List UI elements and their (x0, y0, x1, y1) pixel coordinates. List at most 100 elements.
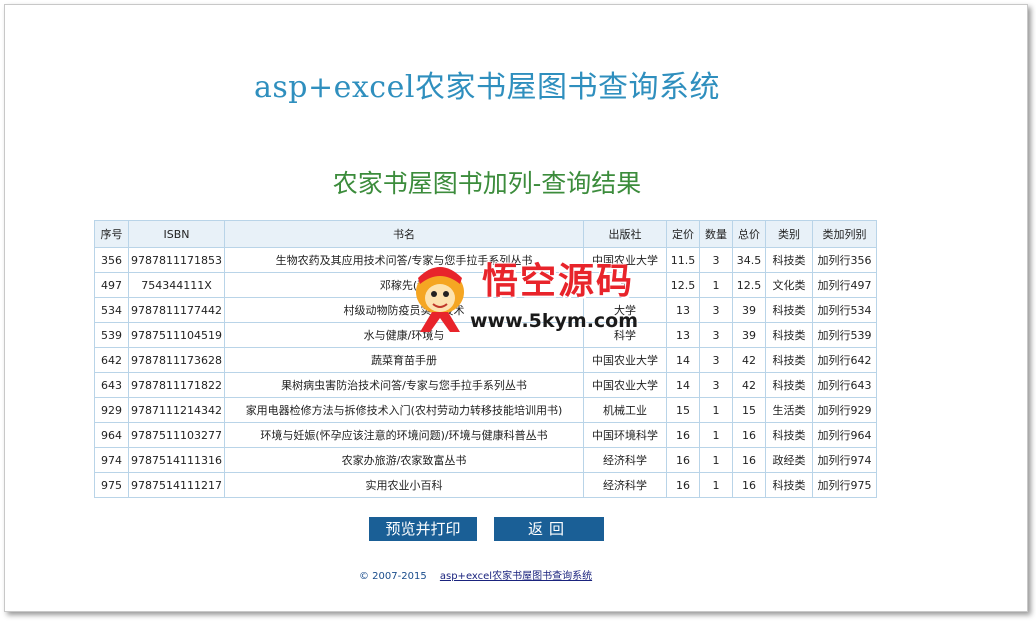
table-cell: 加列行534 (811, 297, 877, 323)
footer: © 2007-2015 asp+excel农家书屋图书查询系统 (359, 567, 592, 582)
column-header: 总价 (731, 220, 766, 248)
preview-print-button[interactable]: 预览并打印 (369, 517, 477, 541)
column-header: 出版社 (582, 220, 667, 248)
table-cell: 34.5 (731, 247, 766, 273)
table-cell: 42 (731, 372, 766, 398)
table-cell: 16 (665, 472, 700, 498)
monkey-logo-icon (416, 267, 464, 332)
table-cell: 9787811171822 (128, 372, 225, 398)
watermark: 悟空源码 www.5kym.com (410, 250, 640, 350)
table-cell: 16 (665, 422, 700, 448)
table-cell: 实用农业小百科 (223, 472, 584, 498)
table-cell: 1 (698, 472, 733, 498)
table-cell: 9787811173628 (128, 347, 225, 373)
column-header: 类加列别 (811, 220, 877, 248)
table-cell: 16 (665, 447, 700, 473)
table-cell: 3 (698, 372, 733, 398)
column-header: 类别 (764, 220, 813, 248)
table-cell: 加列行974 (811, 447, 877, 473)
result-subtitle: 农家书屋图书加列-查询结果 (332, 169, 642, 198)
table-cell: 1 (698, 397, 733, 423)
table-cell: 975 (94, 472, 129, 498)
table-cell: 42 (731, 347, 766, 373)
table-cell: 16 (731, 422, 766, 448)
table-cell: 14 (665, 372, 700, 398)
table-row: 642 9787811173628 蔬菜育苗手册 中国农业大学 14 3 42 科技类 加列行6… (94, 347, 877, 373)
table-cell: 497 (94, 272, 129, 298)
table-cell: 14 (665, 347, 700, 373)
table-cell: 1 (698, 447, 733, 473)
table-cell: 生活类 (764, 397, 813, 423)
table-cell: 3 (698, 322, 733, 348)
column-header: ISBN (128, 220, 225, 248)
column-header: 书名 (223, 220, 584, 248)
table-cell: 12.5 (731, 272, 766, 298)
table-cell: 3 (698, 297, 733, 323)
table-cell: 科技类 (764, 422, 813, 448)
table-cell: 加列行929 (811, 397, 877, 423)
table-header-row: 序号 ISBN 书名 出版社 定价 数量 总价 类别 类加列别 (94, 220, 877, 248)
table-cell: 果树病虫害防治技术问答/专家与您手拉手系列丛书 (223, 372, 584, 398)
table-cell: 929 (94, 397, 129, 423)
table-row: 929 9787111214342 家用电器检修方法与拆修技术入门(农村劳动力转移技… (94, 397, 877, 423)
table-cell: 科技类 (764, 322, 813, 348)
table-cell: 13 (665, 297, 700, 323)
table-cell: 加列行642 (811, 347, 877, 373)
table-cell: 754344111X (128, 272, 225, 298)
table-cell: 加列行643 (811, 372, 877, 398)
table-row: 974 9787514111316 农家办旅游/农家致富丛书 经济科学 16 1 16 政经类… (94, 447, 877, 473)
table-row: 964 9787511103277 环境与妊娠(怀孕应该注意的环境问题)/环境与健康… (94, 422, 877, 448)
table-cell: 科技类 (764, 472, 813, 498)
back-button[interactable]: 返回 (494, 517, 604, 541)
table-cell: 经济科学 (582, 472, 667, 498)
table-cell: 加列行964 (811, 422, 877, 448)
table-cell: 政经类 (764, 447, 813, 473)
table-cell: 3 (698, 347, 733, 373)
table-cell: 13 (665, 322, 700, 348)
table-cell: 9787511103277 (128, 422, 225, 448)
watermark-url: www.5kym.com (470, 310, 639, 332)
page-title: asp+excel农家书屋图书查询系统 (254, 70, 720, 105)
table-cell: 9787514111316 (128, 447, 225, 473)
footer-home-link[interactable]: asp+excel农家书屋图书查询系统 (440, 571, 592, 582)
table-row: 975 9787514111217 实用农业小百科 经济科学 16 1 16 科技类 加列行97… (94, 472, 877, 498)
table-cell: 39 (731, 297, 766, 323)
table-cell: 文化类 (764, 272, 813, 298)
table-cell: 加列行356 (811, 247, 877, 273)
table-cell: 加列行539 (811, 322, 877, 348)
table-cell: 环境与妊娠(怀孕应该注意的环境问题)/环境与健康科普丛书 (223, 422, 584, 448)
table-cell: 539 (94, 322, 129, 348)
column-header: 定价 (665, 220, 700, 248)
column-header: 数量 (698, 220, 733, 248)
table-cell: 加列行975 (811, 472, 877, 498)
table-row: 643 9787811171822 果树病虫害防治技术问答/专家与您手拉手系列丛书中… (94, 372, 877, 398)
table-cell: 家用电器检修方法与拆修技术入门(农村劳动力转移技能培训用书) (223, 397, 584, 423)
table-cell: 974 (94, 447, 129, 473)
copyright-text: © 2007-2015 (359, 571, 427, 582)
table-cell: 642 (94, 347, 129, 373)
table-cell: 16 (731, 447, 766, 473)
watermark-text: 悟空源码 (482, 261, 635, 302)
table-cell: 加列行497 (811, 272, 877, 298)
table-cell: 农家办旅游/农家致富丛书 (223, 447, 584, 473)
table-cell: 39 (731, 322, 766, 348)
table-cell: 科技类 (764, 372, 813, 398)
table-cell: 534 (94, 297, 129, 323)
table-cell: 1 (698, 422, 733, 448)
table-cell: 16 (731, 472, 766, 498)
table-cell: 中国环境科学 (582, 422, 667, 448)
table-cell: 科技类 (764, 247, 813, 273)
table-cell: 9787811177442 (128, 297, 225, 323)
table-cell: 蔬菜育苗手册 (223, 347, 584, 373)
table-cell: 15 (665, 397, 700, 423)
table-cell: 1 (698, 272, 733, 298)
table-cell: 11.5 (665, 247, 700, 273)
table-cell: 科技类 (764, 297, 813, 323)
table-cell: 机械工业 (582, 397, 667, 423)
table-cell: 356 (94, 247, 129, 273)
table-cell: 中国农业大学 (582, 372, 667, 398)
table-cell: 964 (94, 422, 129, 448)
table-cell: 9787111214342 (128, 397, 225, 423)
table-cell: 9787511104519 (128, 322, 225, 348)
column-header: 序号 (94, 220, 129, 248)
